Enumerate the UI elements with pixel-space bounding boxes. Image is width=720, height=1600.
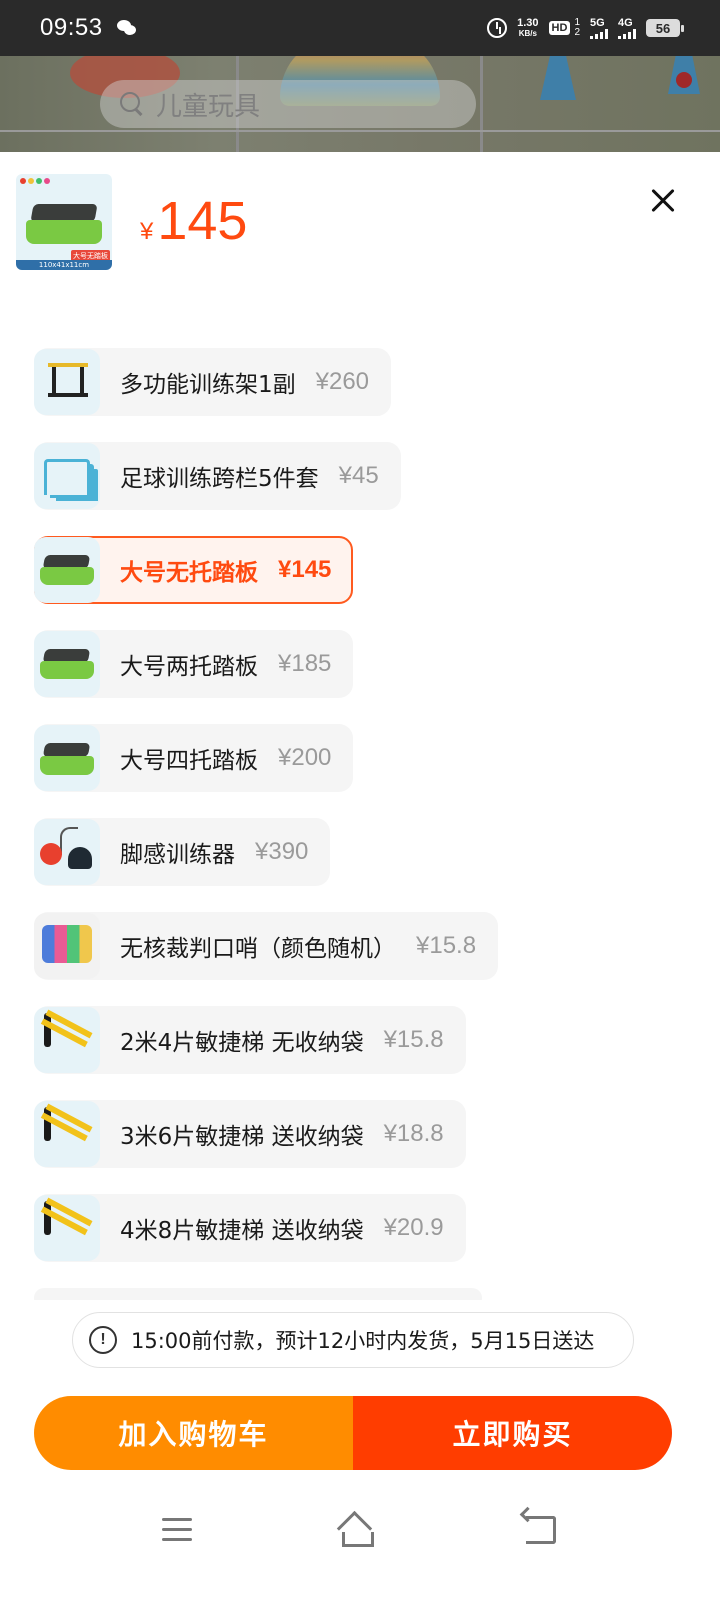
wechat-icon: [116, 20, 137, 36]
battery-icon: 56: [646, 19, 684, 37]
sku-option[interactable]: 足球训练跨栏5件套 ¥45: [34, 442, 401, 510]
alarm-icon: [487, 18, 508, 38]
sku-option-selected[interactable]: 大号无托踏板 ¥145: [34, 536, 354, 604]
sku-option[interactable]: 大号两托踏板 ¥185: [34, 630, 354, 698]
step-board-icon: [40, 649, 94, 679]
alert-icon: !: [89, 1326, 117, 1354]
signal-4g-icon: 4G: [618, 17, 636, 39]
system-nav-bar: [0, 1488, 720, 1600]
sku-option[interactable]: 2米4片敏捷梯 无收纳袋 ¥15.8: [34, 1006, 466, 1074]
buy-now-button[interactable]: 立即购买: [353, 1396, 672, 1470]
agility-ladder-icon: [34, 1007, 100, 1073]
status-time: 09:53: [40, 14, 103, 41]
step-board-icon: [40, 555, 94, 585]
add-to-cart-button[interactable]: 加入购物车: [34, 1396, 353, 1470]
menu-icon[interactable]: [162, 1518, 192, 1542]
hurdles-icon: [44, 459, 90, 495]
back-icon[interactable]: [526, 1516, 556, 1544]
network-speed: 1.30 KB/s: [517, 17, 539, 39]
training-rack-icon: [48, 359, 88, 397]
sku-option[interactable]: 无核裁判口哨（颜色随机） ¥15.8: [34, 912, 499, 980]
signal-5g-icon: 5G: [590, 17, 608, 39]
sku-option[interactable]: 大号四托踏板 ¥200: [34, 724, 354, 792]
search-bar[interactable]: 儿童玩具: [100, 80, 476, 128]
home-icon[interactable]: [336, 1512, 374, 1547]
sku-sheet: 大号无踏板 110x41x11cm ¥ 145 多功能训练架1副 ¥260 足球…: [0, 152, 720, 1600]
selected-product-thumbnail[interactable]: 大号无踏板 110x41x11cm: [16, 174, 112, 270]
close-icon[interactable]: [648, 186, 678, 216]
hd-icon: HD: [548, 21, 571, 35]
search-icon: [120, 92, 144, 116]
sku-option-partial[interactable]: [34, 1288, 482, 1300]
step-board-icon: [26, 204, 102, 244]
delivery-notice: ! 15:00前付款，预计12小时内发货，5月15日送达: [72, 1312, 634, 1368]
delivery-notice-text: 15:00前付款，预计12小时内发货，5月15日送达: [131, 1329, 595, 1353]
step-board-icon: [40, 743, 94, 775]
sku-option[interactable]: 多功能训练架1副 ¥260: [34, 348, 392, 416]
kick-trainer-icon: [34, 819, 100, 885]
sku-option[interactable]: 脚感训练器 ¥390: [34, 818, 331, 886]
sku-option[interactable]: 3米6片敏捷梯 送收纳袋 ¥18.8: [34, 1100, 466, 1168]
whistle-icon: [42, 925, 92, 963]
screen: 儿童玩具 09:53 1.30 KB/s HD 1 2 5G 4G 56 大号无…: [0, 0, 720, 1600]
search-placeholder: 儿童玩具: [156, 91, 261, 122]
sku-options-list[interactable]: 多功能训练架1副 ¥260 足球训练跨栏5件套 ¥45 大号无托踏板 ¥145: [34, 348, 694, 1300]
sku-option[interactable]: 4米8片敏捷梯 送收纳袋 ¥20.9: [34, 1194, 466, 1262]
selected-price: ¥ 145: [140, 191, 248, 251]
agility-ladder-icon: [34, 1101, 100, 1167]
action-buttons: 加入购物车 立即购买: [34, 1396, 672, 1470]
status-bar: 09:53 1.30 KB/s HD 1 2 5G 4G 56: [0, 0, 720, 56]
agility-ladder-icon: [34, 1195, 100, 1261]
